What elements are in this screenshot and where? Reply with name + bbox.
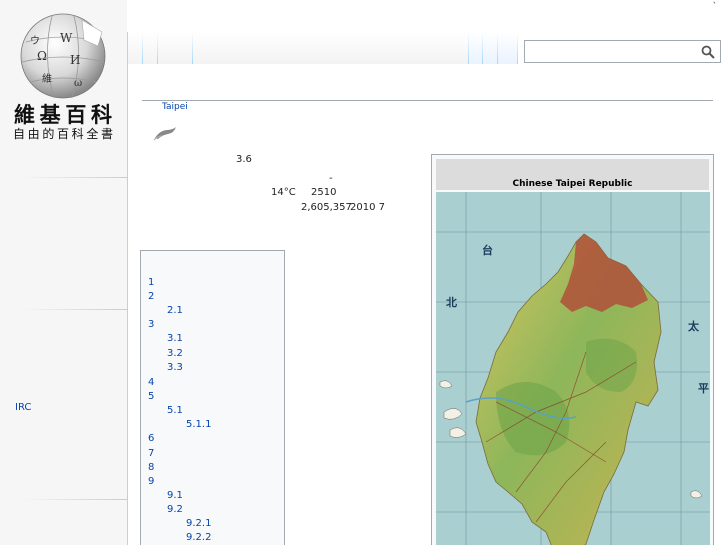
search-icon[interactable]	[701, 45, 715, 59]
toc-item[interactable]: 9.2.1	[186, 518, 211, 529]
toc-item[interactable]: 3.3	[167, 362, 183, 373]
toc-item[interactable]: 3.1	[167, 333, 183, 344]
top-mark: `	[712, 2, 718, 12]
svg-text:ω: ω	[74, 78, 82, 89]
sidebar: W Ω И 維 ω ウ 維基百科 自由的百科全書 IRC	[0, 0, 127, 545]
sidebar-link-irc[interactable]: IRC	[15, 402, 31, 413]
toc-item[interactable]: 5	[148, 391, 154, 402]
toc-item[interactable]: 3	[148, 319, 154, 330]
map-label: 太	[687, 319, 700, 333]
toc-item[interactable]: 3.2	[167, 348, 183, 359]
toc-item[interactable]: 9	[148, 476, 154, 487]
tab-separator	[482, 32, 483, 64]
svg-text:自由的百科全書: 自由的百科全書	[13, 126, 113, 141]
taipei-map-image[interactable]: 台 北 太 平	[436, 192, 710, 545]
toc-item[interactable]: 9.2.2	[186, 532, 211, 543]
audio-icon[interactable]	[152, 124, 178, 142]
tab-article[interactable]	[142, 32, 143, 64]
toc-item[interactable]: 8	[148, 462, 154, 473]
search-input[interactable]	[527, 43, 697, 60]
puzzle-globe-icon: W Ω И 維 ω ウ 維基百科 自由的百科全書	[13, 13, 113, 141]
infobox: Chinese Taipei Republic 台 北 太 平	[431, 154, 714, 545]
map-label: 北	[446, 295, 457, 309]
view-tabs	[468, 32, 518, 64]
sidebar-separator	[22, 499, 127, 500]
content-border	[127, 32, 128, 545]
toc-item[interactable]: 7	[148, 448, 154, 459]
toc-item[interactable]: 9.1	[167, 490, 183, 501]
svg-text:維基百科: 維基百科	[14, 102, 112, 127]
toc-item[interactable]: 2	[148, 291, 154, 302]
map-graphic: 台 北 太 平	[436, 192, 710, 545]
toc-item[interactable]: 2.1	[167, 305, 183, 316]
tab-history[interactable]	[517, 32, 518, 64]
tab-talk[interactable]	[192, 32, 193, 64]
lead-text: 2010 7	[350, 202, 385, 213]
toc-item[interactable]: 5.1.1	[186, 419, 211, 430]
lead-text: 2510	[311, 187, 337, 198]
toc-item[interactable]: 6	[148, 433, 154, 444]
wikipedia-logo[interactable]: W Ω И 維 ω ウ 維基百科 自由的百科全書	[12, 12, 114, 142]
first-heading-underline	[142, 100, 713, 101]
lead-text: -	[329, 173, 333, 184]
lead-text: 3.6	[236, 154, 252, 165]
svg-text:Ω: Ω	[37, 49, 47, 63]
tab-read[interactable]	[468, 32, 469, 64]
map-label: 平	[698, 382, 709, 395]
table-of-contents: 1 2 2.1 3 3.1 3.2 3.3 4 5 5.1 5.1.1 6 7 …	[140, 250, 285, 545]
svg-text:ウ: ウ	[30, 35, 40, 47]
infobox-title: Chinese Taipei Republic	[436, 159, 709, 190]
sidebar-separator	[22, 177, 127, 178]
svg-text:W: W	[60, 31, 73, 45]
lead-text: 14°C	[271, 187, 296, 198]
search-box[interactable]	[524, 40, 721, 63]
svg-text:И: И	[70, 53, 80, 67]
toc-item[interactable]: 1	[148, 277, 154, 288]
toc-item[interactable]: 9.2	[167, 504, 183, 515]
tabs-bar	[128, 32, 518, 64]
sidebar-separator	[22, 309, 127, 310]
tab-separator	[157, 32, 158, 64]
tab-edit[interactable]	[497, 32, 498, 64]
lead-text: 2,605,357	[301, 202, 352, 213]
toc-item[interactable]: 4	[148, 377, 154, 388]
toc-item[interactable]: 5.1	[167, 405, 183, 416]
map-label: 台	[482, 243, 493, 257]
subtitle-link[interactable]: Taipei	[162, 102, 188, 112]
svg-text:維: 維	[42, 72, 52, 85]
